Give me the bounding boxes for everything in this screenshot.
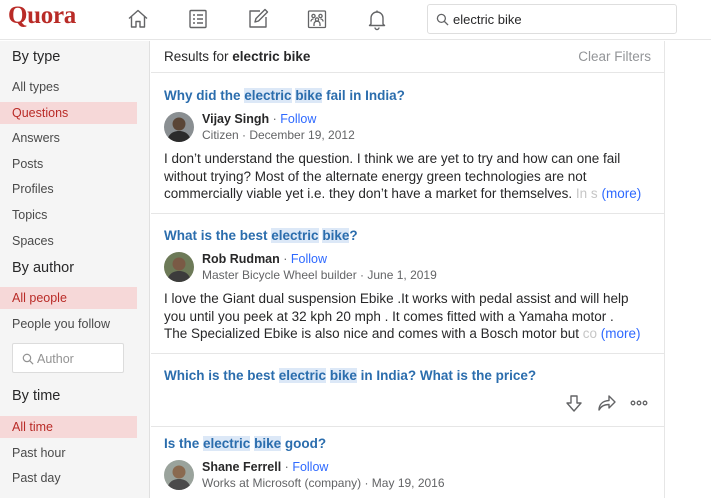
- filter-spaces[interactable]: Spaces: [0, 230, 137, 252]
- author-name[interactable]: Rob Rudman: [202, 252, 280, 266]
- filter-past-day[interactable]: Past day: [0, 467, 137, 489]
- answer-line: without trying? Most of the alternate en…: [164, 168, 587, 184]
- title-highlight: bike: [254, 436, 282, 451]
- title-highlight: bike: [295, 88, 323, 103]
- filter-all-types[interactable]: All types: [0, 76, 137, 98]
- question-title[interactable]: What is the best electric bike?: [164, 228, 358, 243]
- title-text: in India? What is the price?: [356, 368, 537, 383]
- question-title[interactable]: Which is the best electric bike in India…: [164, 368, 536, 383]
- title-text: ?: [349, 228, 358, 243]
- answer-text: commercially viable yet i.e. they don’t …: [164, 186, 573, 201]
- title-highlight: bike: [322, 228, 350, 243]
- results-header: Results for electric bike Clear Filters: [151, 41, 665, 73]
- follow-button[interactable]: Follow: [291, 252, 327, 266]
- author-filter-box[interactable]: [12, 343, 124, 373]
- author-line: Vijay Singh · Follow: [202, 112, 316, 126]
- question-title[interactable]: Is the electric bike good?: [164, 436, 326, 451]
- author-credential: Master Bicycle Wheel builder · June 1, 2…: [202, 268, 437, 282]
- answer-text: The Specialized Ebike is also nice and c…: [164, 326, 579, 341]
- result-card: What is the best electric bike? Rob Rudm…: [151, 214, 665, 354]
- by-time-heading: By time: [12, 388, 61, 404]
- search-box[interactable]: [427, 4, 677, 34]
- author-line: Rob Rudman · Follow: [202, 252, 327, 266]
- search-icon: [436, 13, 449, 26]
- author-line: Shane Ferrell · Follow: [202, 460, 328, 474]
- answer-line: you until you peek at 32 kph 20 mph . It…: [164, 308, 614, 324]
- filter-answers[interactable]: Answers: [0, 127, 137, 149]
- answer-line-last: commercially viable yet i.e. they don’t …: [164, 185, 654, 203]
- title-text: What is the best: [164, 228, 272, 243]
- answer-fade: In s: [572, 186, 598, 201]
- separator: ·: [269, 112, 281, 126]
- title-highlight: electric: [278, 368, 327, 383]
- title-text: Why did the: [164, 88, 245, 103]
- filter-profiles[interactable]: Profiles: [0, 178, 137, 200]
- title-text: fail in India?: [322, 88, 405, 103]
- by-type-heading: By type: [12, 49, 61, 65]
- title-text: good?: [281, 436, 327, 451]
- write-icon[interactable]: [246, 7, 270, 31]
- results-label: Results for electric bike: [164, 49, 310, 64]
- title-highlight: bike: [329, 368, 357, 383]
- title-highlight: electric: [271, 228, 319, 243]
- result-card: Why did the electric bike fail in India?…: [151, 74, 665, 214]
- author-name[interactable]: Vijay Singh: [202, 112, 269, 126]
- answer-line: I don’t understand the question. I think…: [164, 151, 621, 166]
- answer-snippet[interactable]: I love the Giant dual suspension Ebike .…: [164, 290, 654, 343]
- author-name[interactable]: Shane Ferrell: [202, 460, 281, 474]
- more-link[interactable]: (more): [601, 186, 641, 201]
- answer-line: I love the Giant dual suspension Ebike .…: [164, 291, 629, 306]
- more-link[interactable]: (more): [601, 326, 641, 341]
- results-panel: Results for electric bike Clear Filters …: [151, 41, 665, 498]
- search-input[interactable]: [453, 9, 668, 29]
- answer-icon[interactable]: [186, 7, 210, 31]
- quora-logo[interactable]: Quora: [8, 2, 76, 30]
- title-highlight: electric: [244, 88, 292, 103]
- title-text: Which is the best: [164, 368, 279, 383]
- top-header: Quora: [0, 0, 711, 40]
- spaces-icon[interactable]: [305, 7, 329, 31]
- avatar[interactable]: [164, 252, 194, 282]
- answer-fade: co: [578, 326, 597, 341]
- filter-all-people[interactable]: All people: [0, 287, 137, 309]
- follow-button[interactable]: Follow: [292, 460, 328, 474]
- author-input[interactable]: [37, 350, 117, 368]
- answer-line-last: The Specialized Ebike is also nice and c…: [164, 325, 654, 343]
- share-icon[interactable]: [597, 393, 617, 413]
- question-title[interactable]: Why did the electric bike fail in India?: [164, 88, 405, 103]
- author-credential: Works at Microsoft (company) · May 19, 2…: [202, 476, 445, 490]
- title-text: Is the: [164, 436, 204, 451]
- home-icon[interactable]: [126, 7, 150, 31]
- result-card: Which is the best electric bike in India…: [151, 354, 665, 427]
- by-author-heading: By author: [12, 260, 75, 276]
- filter-questions[interactable]: Questions: [0, 102, 137, 124]
- filter-posts[interactable]: Posts: [0, 153, 137, 175]
- results-query: electric bike: [232, 49, 311, 64]
- answer-snippet[interactable]: I don’t understand the question. I think…: [164, 150, 654, 203]
- avatar[interactable]: [164, 112, 194, 142]
- filter-past-hour[interactable]: Past hour: [0, 442, 137, 464]
- filter-topics[interactable]: Topics: [0, 204, 137, 226]
- results-for-text: Results for: [164, 49, 229, 64]
- author-credential: Citizen · December 19, 2012: [202, 128, 355, 142]
- separator: ·: [279, 252, 291, 266]
- search-icon: [22, 353, 34, 365]
- title-highlight: electric: [203, 436, 251, 451]
- separator: ·: [281, 460, 293, 474]
- more-options-icon[interactable]: [629, 393, 649, 413]
- downvote-icon[interactable]: [564, 393, 584, 413]
- filter-people-you-follow[interactable]: People you follow: [0, 313, 137, 335]
- filter-all-time[interactable]: All time: [0, 416, 137, 438]
- filters-sidebar: By type All types Questions Answers Post…: [0, 41, 150, 498]
- result-card: Is the electric bike good? Shane Ferrell…: [151, 427, 665, 498]
- follow-button[interactable]: Follow: [280, 112, 316, 126]
- notifications-icon[interactable]: [365, 7, 389, 31]
- avatar[interactable]: [164, 460, 194, 490]
- clear-filters-button[interactable]: Clear Filters: [578, 49, 651, 64]
